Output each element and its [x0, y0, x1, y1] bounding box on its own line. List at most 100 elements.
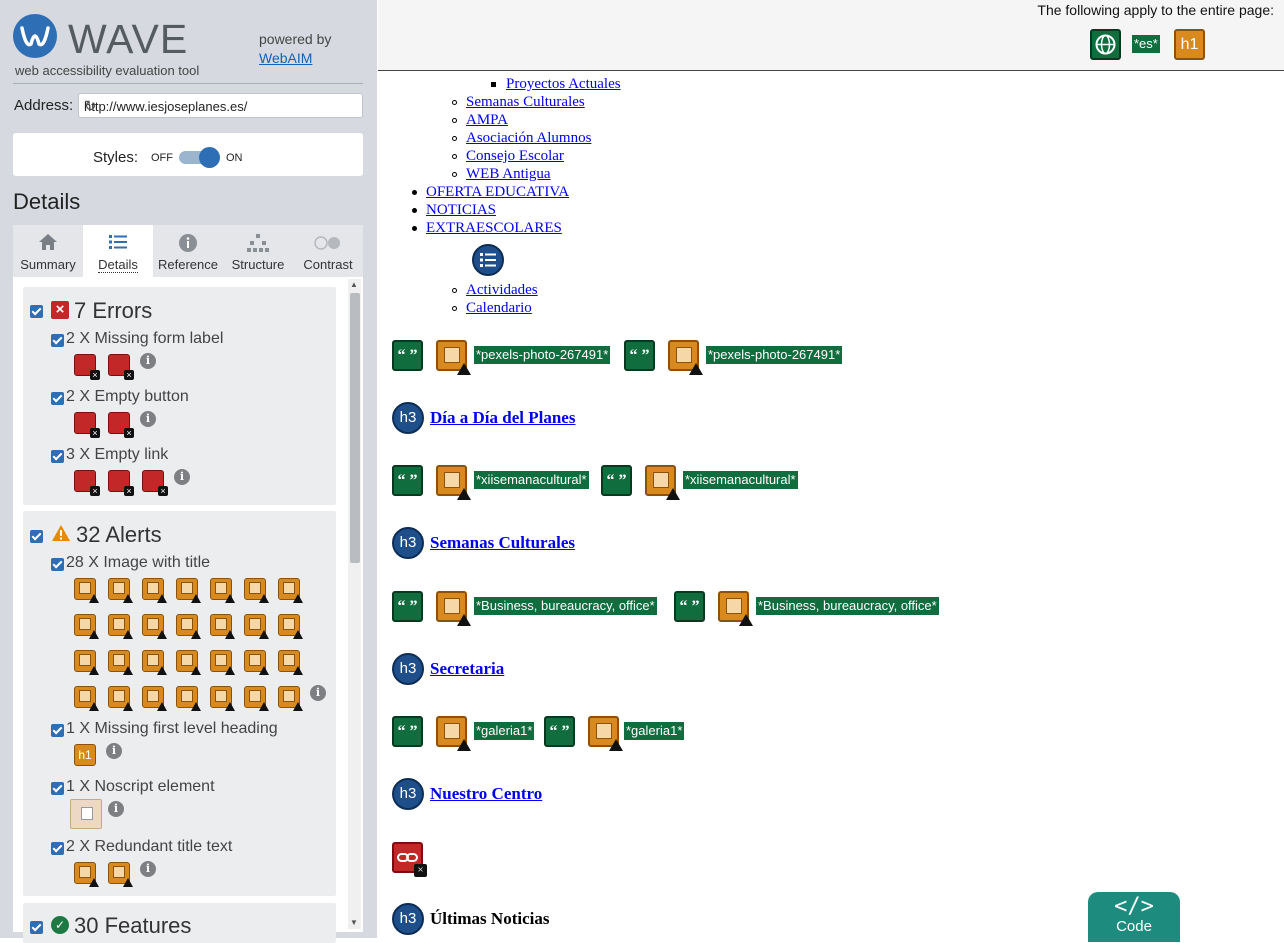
- image-title-alert-icon[interactable]: [436, 591, 471, 626]
- image-with-title-icon[interactable]: [210, 650, 235, 675]
- info-icon[interactable]: i: [310, 685, 326, 701]
- image-with-title-icon[interactable]: [142, 614, 167, 639]
- alt-text-feature-icon[interactable]: “ ”: [601, 465, 632, 496]
- missing-h1-alert-icon[interactable]: h1: [1174, 29, 1205, 60]
- empty-link-error-icon[interactable]: ×: [392, 842, 427, 877]
- tab-structure[interactable]: Structure: [223, 225, 293, 277]
- image-with-title-icon[interactable]: [142, 578, 167, 603]
- image-title-alert-icon[interactable]: [718, 591, 753, 626]
- empty-link-chain-icon[interactable]: [142, 470, 168, 496]
- info-icon[interactable]: i: [106, 743, 122, 759]
- empty-button-icon[interactable]: [74, 412, 100, 438]
- empty-button-checkbox[interactable]: [51, 392, 64, 405]
- image-with-title-icon[interactable]: [244, 686, 269, 711]
- image-with-title-icon[interactable]: [108, 650, 133, 675]
- nav-link-calendario[interactable]: Calendario: [466, 300, 532, 317]
- tab-details[interactable]: Details: [83, 225, 153, 277]
- image-with-title-icon[interactable]: [210, 578, 235, 603]
- nav-link-asociacion-alumnos[interactable]: Asociación Alumnos: [466, 130, 591, 147]
- h3-heading-icon[interactable]: h3: [392, 778, 424, 810]
- h1-alert-icon[interactable]: h1: [74, 744, 96, 766]
- nav-link-extraescolares[interactable]: EXTRAESCOLARES: [426, 220, 562, 237]
- image-with-title-icon[interactable]: [278, 650, 303, 675]
- noscript-icon[interactable]: [70, 799, 102, 829]
- scroll-down-arrow-icon[interactable]: ▼: [350, 918, 358, 927]
- image-title-alert-icon[interactable]: [436, 465, 471, 500]
- tab-reference[interactable]: Reference: [153, 225, 223, 277]
- empty-button-icon[interactable]: [108, 412, 134, 438]
- image-with-title-icon[interactable]: [210, 686, 235, 711]
- empty-link-chain-icon[interactable]: [74, 470, 100, 496]
- info-icon[interactable]: i: [140, 861, 156, 877]
- image-with-title-icon[interactable]: [176, 650, 201, 675]
- image-with-title-icon[interactable]: [278, 578, 303, 603]
- reload-icon[interactable]: ↻: [84, 97, 355, 115]
- image-with-title-checkbox[interactable]: [51, 558, 64, 571]
- alt-text-feature-icon[interactable]: “ ”: [624, 340, 655, 371]
- alt-text-feature-icon[interactable]: “ ”: [544, 716, 575, 747]
- scrollbar-thumb[interactable]: [350, 293, 360, 563]
- image-with-title-icon[interactable]: [108, 614, 133, 639]
- info-icon[interactable]: i: [108, 801, 124, 817]
- tab-summary[interactable]: Summary: [13, 225, 83, 277]
- nav-link-oferta-educativa[interactable]: OFERTA EDUCATIVA: [426, 184, 569, 201]
- heading-nuestro-centro[interactable]: Nuestro Centro: [430, 784, 542, 804]
- image-with-title-icon[interactable]: [74, 650, 99, 675]
- alt-text-feature-icon[interactable]: “ ”: [674, 591, 705, 622]
- info-icon[interactable]: i: [174, 469, 190, 485]
- nav-link-semanas-culturales[interactable]: Semanas Culturales: [466, 94, 585, 111]
- alt-text-feature-icon[interactable]: “ ”: [392, 340, 423, 371]
- image-with-title-icon[interactable]: [108, 686, 133, 711]
- redundant-title-checkbox[interactable]: [51, 842, 64, 855]
- h3-heading-icon[interactable]: h3: [392, 527, 424, 559]
- empty-link-checkbox[interactable]: [51, 450, 64, 463]
- heading-semanas-culturales[interactable]: Semanas Culturales: [430, 533, 575, 553]
- redundant-title-icon[interactable]: [108, 862, 133, 887]
- image-with-title-icon[interactable]: [210, 614, 235, 639]
- tab-contrast[interactable]: Contrast: [293, 225, 363, 277]
- scroll-up-arrow-icon[interactable]: ▲: [350, 280, 358, 289]
- h3-heading-icon[interactable]: h3: [392, 903, 424, 935]
- image-title-alert-icon[interactable]: [436, 340, 471, 375]
- info-icon[interactable]: i: [140, 411, 156, 427]
- image-with-title-icon[interactable]: [74, 686, 99, 711]
- image-with-title-icon[interactable]: [278, 614, 303, 639]
- unordered-list-icon[interactable]: [472, 244, 504, 276]
- alerts-checkbox[interactable]: [30, 530, 43, 543]
- image-title-alert-icon[interactable]: [645, 465, 680, 500]
- image-with-title-icon[interactable]: [244, 578, 269, 603]
- errors-checkbox[interactable]: [30, 305, 43, 318]
- image-with-title-icon[interactable]: [176, 686, 201, 711]
- nav-link-proyectos-actuales[interactable]: Proyectos Actuales: [506, 76, 621, 93]
- image-with-title-icon[interactable]: [74, 578, 99, 603]
- image-with-title-icon[interactable]: [142, 686, 167, 711]
- language-badge[interactable]: *es*: [1132, 35, 1160, 53]
- webaim-link[interactable]: WebAIM: [259, 49, 331, 68]
- missing-label-tag-icon[interactable]: [74, 354, 100, 380]
- nav-link-noticias[interactable]: NOTICIAS: [426, 202, 496, 219]
- redundant-title-icon[interactable]: [74, 862, 99, 887]
- image-with-title-icon[interactable]: [244, 614, 269, 639]
- info-icon[interactable]: i: [140, 353, 156, 369]
- language-globe-icon[interactable]: [1090, 29, 1121, 60]
- image-with-title-icon[interactable]: [142, 650, 167, 675]
- image-with-title-icon[interactable]: [176, 614, 201, 639]
- styles-toggle-knob[interactable]: [199, 147, 220, 168]
- alt-text-feature-icon[interactable]: “ ”: [392, 716, 423, 747]
- code-toggle-button[interactable]: </> Code: [1088, 892, 1180, 942]
- image-with-title-icon[interactable]: [176, 578, 201, 603]
- image-with-title-icon[interactable]: [108, 578, 133, 603]
- missing-form-label-checkbox[interactable]: [51, 334, 64, 347]
- noscript-checkbox[interactable]: [51, 782, 64, 795]
- address-input[interactable]: http://www.iesjoseplanes.es/ ↻: [78, 93, 363, 118]
- h3-heading-icon[interactable]: h3: [392, 653, 424, 685]
- missing-label-tag-icon[interactable]: [108, 354, 134, 380]
- h3-heading-icon[interactable]: h3: [392, 402, 424, 434]
- image-title-alert-icon[interactable]: [668, 340, 703, 375]
- image-title-alert-icon[interactable]: [436, 716, 471, 751]
- heading-secretaria[interactable]: Secretaria: [430, 659, 504, 679]
- empty-link-chain-icon[interactable]: [108, 470, 134, 496]
- image-with-title-icon[interactable]: [74, 614, 99, 639]
- image-with-title-icon[interactable]: [244, 650, 269, 675]
- nav-link-actividades[interactable]: Actividades: [466, 282, 538, 299]
